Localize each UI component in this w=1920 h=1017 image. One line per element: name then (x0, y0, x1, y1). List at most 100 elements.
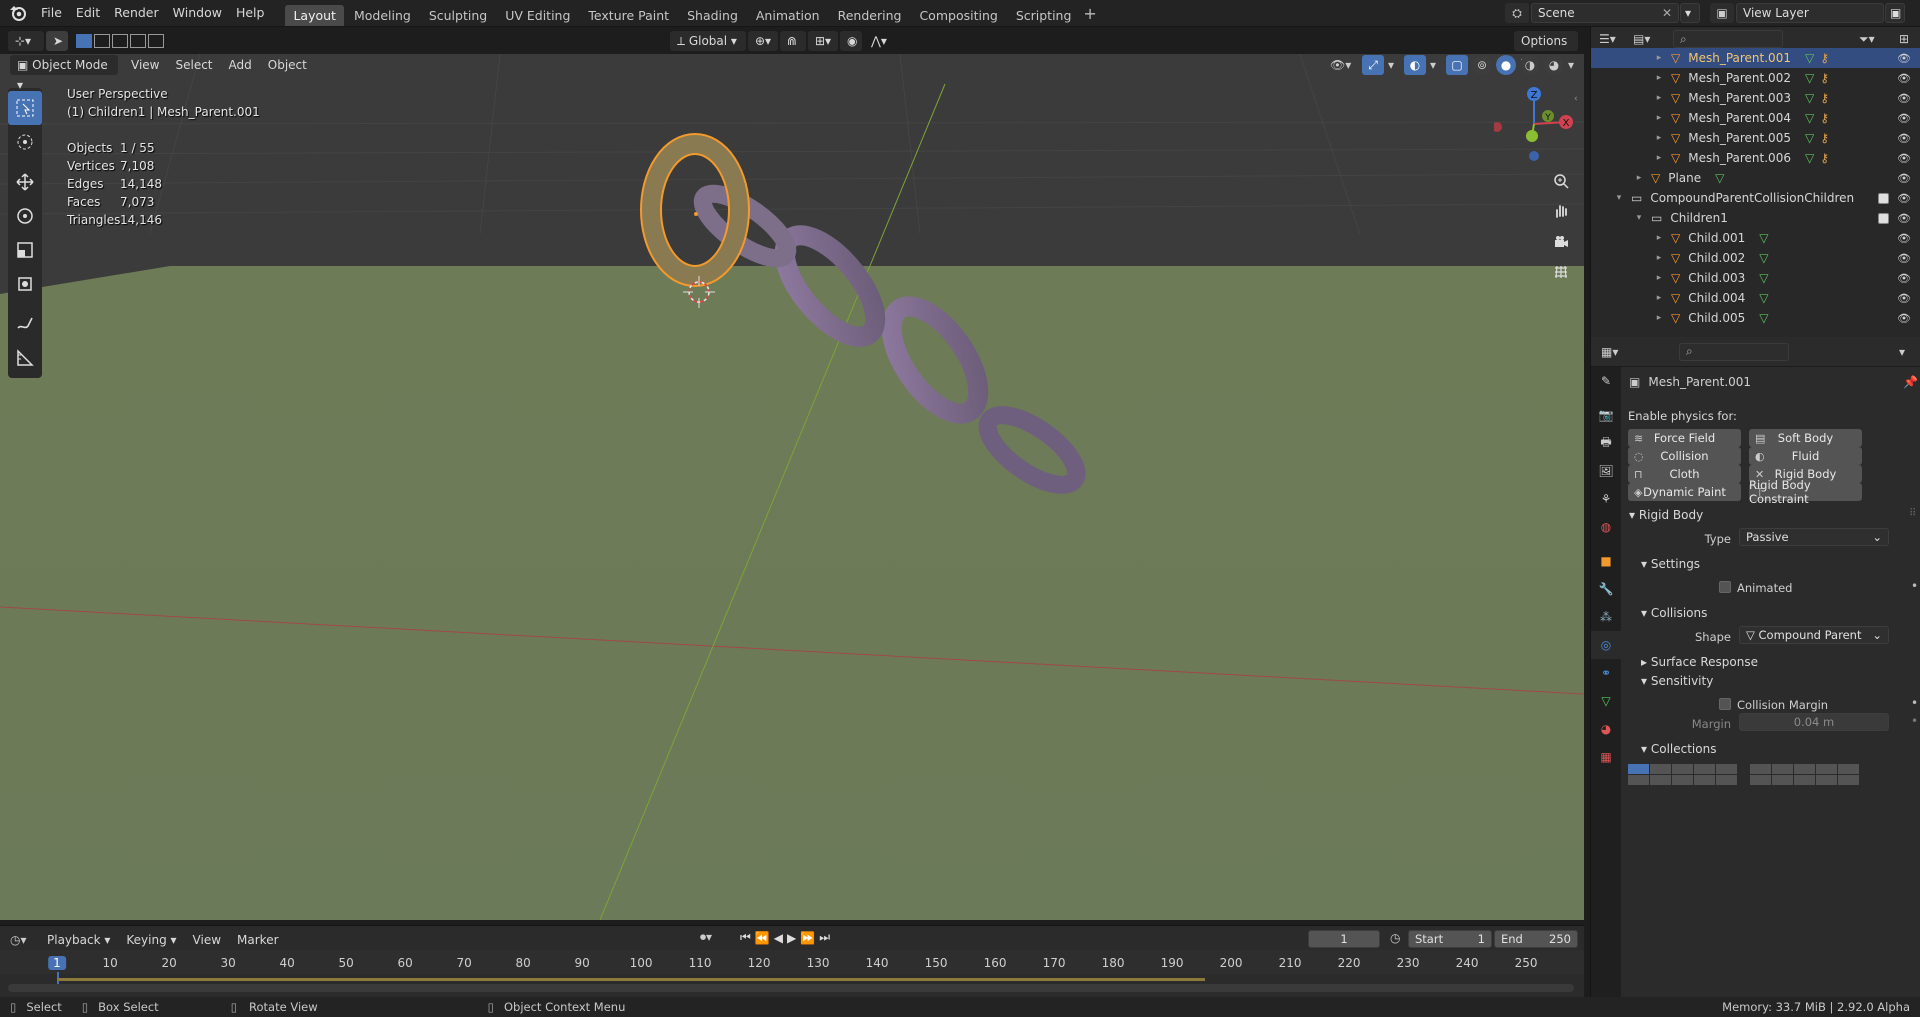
outliner-row[interactable]: ▸ ▽ Mesh_Parent.002 ▽ ⚷ 👁 (1591, 68, 1920, 88)
view-layer-icon[interactable]: ▣ (1710, 3, 1734, 23)
physics-tab-icon[interactable]: ◎ (1591, 631, 1621, 659)
visibility-eye-icon[interactable]: 👁 (1897, 192, 1911, 205)
gizmo-menu-icon[interactable]: ▾ (1388, 58, 1400, 72)
outliner-row[interactable]: ▾ ▭ Children1 👁 (1591, 208, 1920, 228)
cursor-tool-icon[interactable] (8, 125, 42, 159)
visibility-eye-icon[interactable]: 👁 (1897, 172, 1911, 185)
physics-soft-body-button[interactable]: ▤ Soft Body (1749, 429, 1862, 447)
menu-file[interactable]: File (34, 2, 69, 24)
viewport-menu-select[interactable]: Select (168, 55, 219, 75)
timeline-editor-type-icon[interactable]: ◷▾ (10, 933, 40, 947)
collection-layer-toggle[interactable] (1794, 775, 1815, 785)
expand-arrow-icon[interactable]: ▸ (1653, 253, 1665, 263)
outliner-row[interactable]: ▸ ▽ Child.002 ▽ 👁 (1591, 248, 1920, 268)
expand-arrow-icon[interactable]: ▸ (1653, 133, 1665, 143)
animated-checkbox[interactable] (1719, 581, 1731, 593)
properties-search-input[interactable]: ⌕ (1679, 342, 1789, 361)
collection-layer-toggle[interactable] (1650, 775, 1671, 785)
mesh-data-icon[interactable]: ▽ (1805, 111, 1814, 125)
menu-edit[interactable]: Edit (69, 2, 107, 24)
tab-texture-paint[interactable]: Texture Paint (580, 5, 677, 26)
collisions-panel-header[interactable]: ▾ Collisions (1641, 606, 1707, 620)
view-layer-tab-icon[interactable]: 🖼 (1591, 457, 1621, 485)
measure-tool-icon[interactable] (8, 341, 42, 375)
render-tab-icon[interactable]: 📷 (1591, 401, 1621, 429)
viewport-menu-view[interactable]: View (124, 55, 166, 75)
outliner-row[interactable]: ▸ ▽ Mesh_Parent.006 ▽ ⚷ 👁 (1591, 148, 1920, 168)
editor-type-icon[interactable]: ⊹▾ (8, 30, 44, 51)
view-layer-menu-icon[interactable]: ▣ (1885, 3, 1905, 23)
menu-render[interactable]: Render (107, 2, 166, 24)
tool-tab-icon[interactable]: ✎ (1591, 367, 1621, 395)
view-layer-selector[interactable]: View Layer (1736, 3, 1884, 23)
select-mode-icons[interactable] (76, 33, 164, 48)
xray-toggle-icon[interactable]: ▢ (1446, 55, 1468, 75)
3d-viewport[interactable]: User Perspective (1) Children1 | Mesh_Pa… (0, 54, 1584, 920)
rotate-tool-icon[interactable] (8, 199, 42, 233)
timeline-menu-keying[interactable]: Keying ▾ (119, 930, 183, 950)
outliner-search-input[interactable]: ⌕ (1673, 30, 1783, 48)
visibility-eye-icon[interactable]: 👁 (1897, 312, 1911, 325)
end-frame-field[interactable]: End 250 (1494, 930, 1578, 948)
scene-selector[interactable]: Scene ✕ (1531, 3, 1679, 23)
outliner-row[interactable]: ▸ ▽ Plane ▽ 👁 (1591, 168, 1920, 188)
zoom-icon[interactable] (1548, 168, 1574, 194)
expand-arrow-icon[interactable]: ▸ (1653, 93, 1665, 103)
collection-exclude-checkbox[interactable] (1878, 212, 1889, 224)
collection-layer-toggle[interactable] (1838, 764, 1859, 774)
collection-layer-toggle[interactable] (1716, 764, 1737, 774)
visibility-eye-icon[interactable]: 👁 (1897, 72, 1911, 85)
falloff-icon[interactable]: ⋀▾ (864, 31, 890, 51)
scene-menu-icon[interactable]: ▾ (1680, 3, 1700, 23)
start-frame-field[interactable]: Start 1 (1408, 930, 1492, 948)
timeline-menu-playback[interactable]: Playback ▾ (40, 930, 117, 950)
properties-editor-type-icon[interactable]: ▦▾ (1601, 345, 1631, 359)
expand-arrow-icon[interactable]: ▸ (1653, 113, 1665, 123)
jump-end-icon[interactable]: ⏭ (819, 930, 830, 945)
margin-keyframe-dot-icon[interactable]: • (1911, 696, 1918, 710)
sensitivity-panel-header[interactable]: ▾ Sensitivity (1641, 674, 1713, 688)
tab-layout[interactable]: Layout (285, 5, 344, 26)
move-tool-icon[interactable] (8, 165, 42, 199)
physics-force-field-button[interactable]: ≋ Force Field (1628, 429, 1741, 447)
outliner-row[interactable]: ▸ ▽ Child.005 ▽ 👁 (1591, 308, 1920, 328)
collection-layer-toggle[interactable] (1672, 775, 1693, 785)
visibility-icon[interactable]: 👁▾ (1330, 58, 1358, 72)
collection-layer-toggle[interactable] (1838, 775, 1859, 785)
outliner-row[interactable]: ▸ ▽ Child.003 ▽ 👁 (1591, 268, 1920, 288)
mesh-data-icon[interactable]: ▽ (1805, 51, 1814, 65)
physics-dynamic-paint-button[interactable]: ◈ Dynamic Paint (1628, 483, 1741, 501)
scene-icon[interactable]: ⛭ (1505, 3, 1529, 23)
shading-wireframe-icon[interactable]: ⊚ (1472, 55, 1492, 75)
expand-arrow-icon[interactable]: ▾ (1613, 193, 1625, 203)
new-collection-icon[interactable]: ⊞ (1899, 32, 1909, 46)
expand-arrow-icon[interactable]: ▸ (1653, 73, 1665, 83)
play-reverse-icon[interactable]: ◀ (774, 931, 783, 945)
mesh-data-icon[interactable]: ▽ (1805, 71, 1814, 85)
select-box-tool-icon[interactable] (8, 91, 42, 125)
collection-layer-toggle[interactable] (1672, 764, 1693, 774)
overlays-menu-icon[interactable]: ▾ (1430, 58, 1442, 72)
collection-layer-toggle[interactable] (1772, 775, 1793, 785)
visibility-eye-icon[interactable]: 👁 (1897, 132, 1911, 145)
panel-drag-handle-icon[interactable]: ⠿ (1909, 508, 1916, 519)
mesh-data-icon[interactable]: ▽ (1805, 151, 1814, 165)
collections-panel-header[interactable]: ▾ Collections (1641, 742, 1716, 756)
mesh-data-icon[interactable]: ▽ (1715, 171, 1724, 185)
record-icon[interactable]: ⏺▾ (700, 930, 726, 945)
physics-rigid-body-constraint-button[interactable]: ⊤ Rigid Body Constraint (1749, 478, 1862, 506)
tab-sculpting[interactable]: Sculpting (421, 5, 495, 26)
timeline-scrollbar[interactable] (8, 984, 1574, 992)
tab-uv-editing[interactable]: UV Editing (497, 5, 578, 26)
visibility-eye-icon[interactable]: 👁 (1897, 152, 1911, 165)
outliner-row[interactable]: ▸ ▽ Child.001 ▽ 👁 (1591, 228, 1920, 248)
modifiers-tab-icon[interactable]: 🔧 (1591, 575, 1621, 603)
collection-layer-toggle[interactable] (1816, 775, 1837, 785)
expand-arrow-icon[interactable]: ▸ (1653, 313, 1665, 323)
play-icon[interactable]: ▶ (787, 931, 796, 945)
expand-arrow-icon[interactable]: ▸ (1653, 273, 1665, 283)
snap-target-icon[interactable]: ⊞▾ (808, 30, 838, 51)
viewport-menu-object[interactable]: Object (261, 55, 314, 75)
pan-hand-icon[interactable] (1548, 198, 1574, 224)
properties-options-icon[interactable]: ▾ (1899, 345, 1905, 359)
